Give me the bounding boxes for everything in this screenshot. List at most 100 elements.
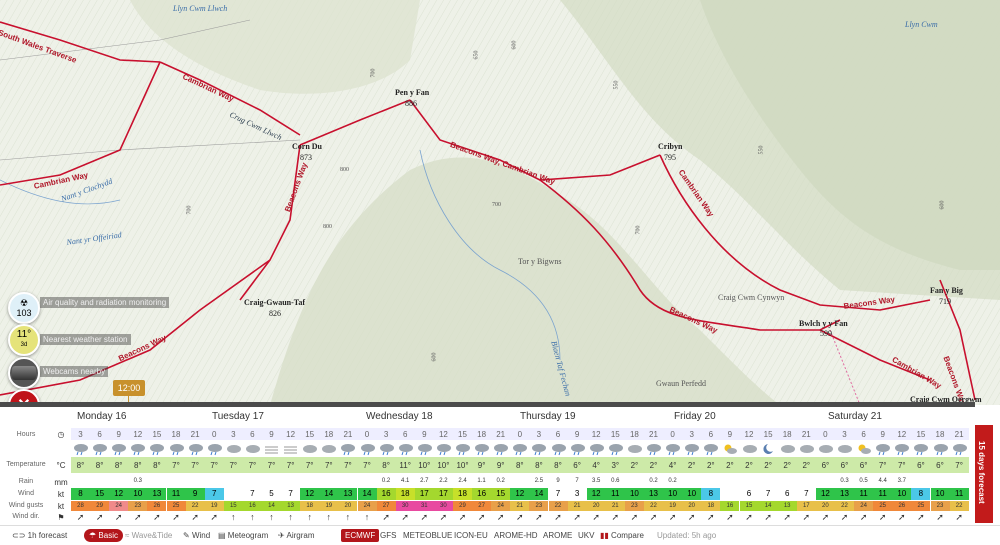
gust-cell: 20: [815, 501, 835, 511]
weather-station-button[interactable]: 11° 3d: [8, 324, 40, 356]
rain-icon: [529, 442, 548, 456]
row-label-temperature: Temperature: [6, 461, 46, 468]
wind-dir-cell: ➚: [783, 512, 791, 522]
wind-cell: [223, 488, 243, 500]
temperature-cell: 4°: [592, 461, 601, 470]
temperature-cell: 8°: [153, 461, 161, 470]
hour-cell: 15: [916, 430, 926, 439]
compare-button[interactable]: ▮▮ Compare: [600, 529, 644, 542]
gust-cell: 23: [529, 501, 549, 511]
summit-label: Bwlch y y Fan: [799, 319, 848, 328]
temperature-cell: 2°: [687, 461, 696, 470]
temperature-cell: 7°: [363, 461, 371, 470]
cloud-icon: [740, 442, 759, 456]
tab-meteogram[interactable]: ▤ Meteogram: [218, 529, 268, 542]
wind-dir-cell: ➚: [859, 512, 868, 522]
time-marker[interactable]: 12:00: [113, 380, 145, 396]
tab-wave-tide-label: Wave&Tide: [131, 531, 173, 540]
summit-label: Pen y Fan: [395, 88, 430, 97]
wind-dir-cell: ➚: [955, 512, 963, 522]
temperature-cell: 7°: [191, 461, 199, 470]
wind-cell: 12: [109, 488, 129, 500]
model-arome-hd[interactable]: AROME-HD: [494, 529, 538, 542]
gust-cell: 29: [90, 501, 110, 511]
temperature-cell: 11°: [399, 461, 411, 470]
webcam-button[interactable]: [8, 357, 40, 389]
gust-cell: 15: [739, 501, 759, 511]
wind-cell: 13: [644, 488, 663, 500]
model-ukv[interactable]: UKV: [578, 529, 594, 542]
rain-cell: 1.1: [477, 478, 486, 484]
temperature-cell: 7°: [267, 461, 276, 470]
gust-cell: 22: [548, 501, 568, 511]
wind-dir-cell: ↑: [250, 512, 255, 522]
tab-wind[interactable]: ✎ Wind: [183, 529, 210, 542]
gust-cell: 22: [835, 501, 854, 511]
model-gfs[interactable]: GFS: [380, 529, 396, 542]
wind-cell: 10: [128, 488, 148, 500]
station-sub: 3d: [20, 342, 28, 348]
tab-airgram[interactable]: ✈ Airgram: [278, 529, 315, 542]
temperature-cell: 3°: [611, 461, 620, 470]
temperature-cell: 8°: [382, 461, 390, 470]
wind-cell: 14: [529, 488, 549, 500]
wind-dir-cell: ➚: [707, 512, 715, 522]
model-arome[interactable]: AROME: [543, 529, 572, 542]
air-quality-button[interactable]: ☢ 103: [8, 292, 40, 324]
rain-icon: [510, 442, 529, 456]
wind-cell: 8: [71, 488, 90, 500]
temperature-cell: 7°: [172, 461, 180, 470]
15-days-forecast-button[interactable]: 15 days forecast: [975, 425, 993, 523]
rain-cell: 0.2: [381, 478, 391, 484]
temperature-cell: 8°: [95, 461, 104, 470]
hour-cell: 21: [801, 430, 811, 439]
rain-cell: 0.3: [133, 478, 142, 484]
hour-cell: 0: [517, 430, 523, 439]
contour-label: 600: [511, 40, 518, 50]
1h-forecast-toggle[interactable]: ⊂⊃ 1h forecast: [12, 529, 67, 542]
hour-cell: 18: [477, 430, 487, 439]
wind-dir-cell: ➚: [382, 512, 390, 522]
rain-icon: [663, 442, 682, 456]
webcam-label: Webcams nearby: [40, 366, 109, 377]
wind-cell: 7: [796, 488, 816, 500]
wind-dir-cell: ➚: [821, 512, 830, 522]
wind-cell: 13: [147, 488, 167, 500]
temperature-cell: 6°: [573, 461, 581, 470]
wind-cell: 12: [300, 488, 320, 500]
day-header: Saturday 21: [828, 411, 882, 422]
temperature-cell: 7°: [286, 461, 295, 470]
summit-label: Craig-Gwaun-Taf: [244, 298, 306, 307]
gust-cell: 14: [758, 501, 778, 511]
summit-height: 826: [269, 309, 281, 318]
row-label-wind-dir: Wind dir.: [12, 513, 40, 520]
row-label-rain: Rain: [18, 478, 34, 485]
temperature-cell: 7°: [305, 461, 314, 470]
gust-cell: 26: [147, 501, 167, 511]
summit-label: Corn Du: [292, 142, 323, 151]
tab-basic[interactable]: ☂ Basic: [84, 529, 123, 542]
contour-label: 650: [473, 50, 480, 60]
wind-cell: 17: [414, 488, 434, 500]
air-quality-label: Air quality and radiation monitoring: [40, 297, 170, 308]
webcam-icon: [12, 366, 36, 380]
hour-cell: 3: [383, 430, 389, 439]
temperature-cell: 8°: [535, 461, 543, 470]
tab-wave-tide[interactable]: ≈ Wave&Tide: [125, 529, 172, 542]
hour-cell: 3: [689, 430, 694, 439]
cloud-icon: [835, 442, 854, 456]
day-header: Friday 20: [674, 411, 716, 422]
rain-icon: [606, 442, 625, 456]
model-ecmwf[interactable]: ECMWF: [341, 529, 380, 542]
wind-dir-cell: ↑: [364, 512, 370, 522]
cloud-icon: [319, 442, 338, 456]
map-view[interactable]: South Wales Traverse Llyn Cwm Llwch Camb…: [0, 0, 1000, 405]
clock-icon: ◷: [57, 430, 65, 439]
moon-icon: [759, 442, 778, 456]
basic-icon: ☂: [89, 531, 97, 540]
place-label: Gwaun Perfedd: [656, 379, 706, 388]
wind-dir-cell: ➚: [764, 512, 772, 522]
model-meteoblue[interactable]: METEOBLUE: [403, 529, 452, 542]
model-icon-eu[interactable]: ICON-EU: [454, 529, 488, 542]
gust-unit: kt: [57, 502, 65, 511]
